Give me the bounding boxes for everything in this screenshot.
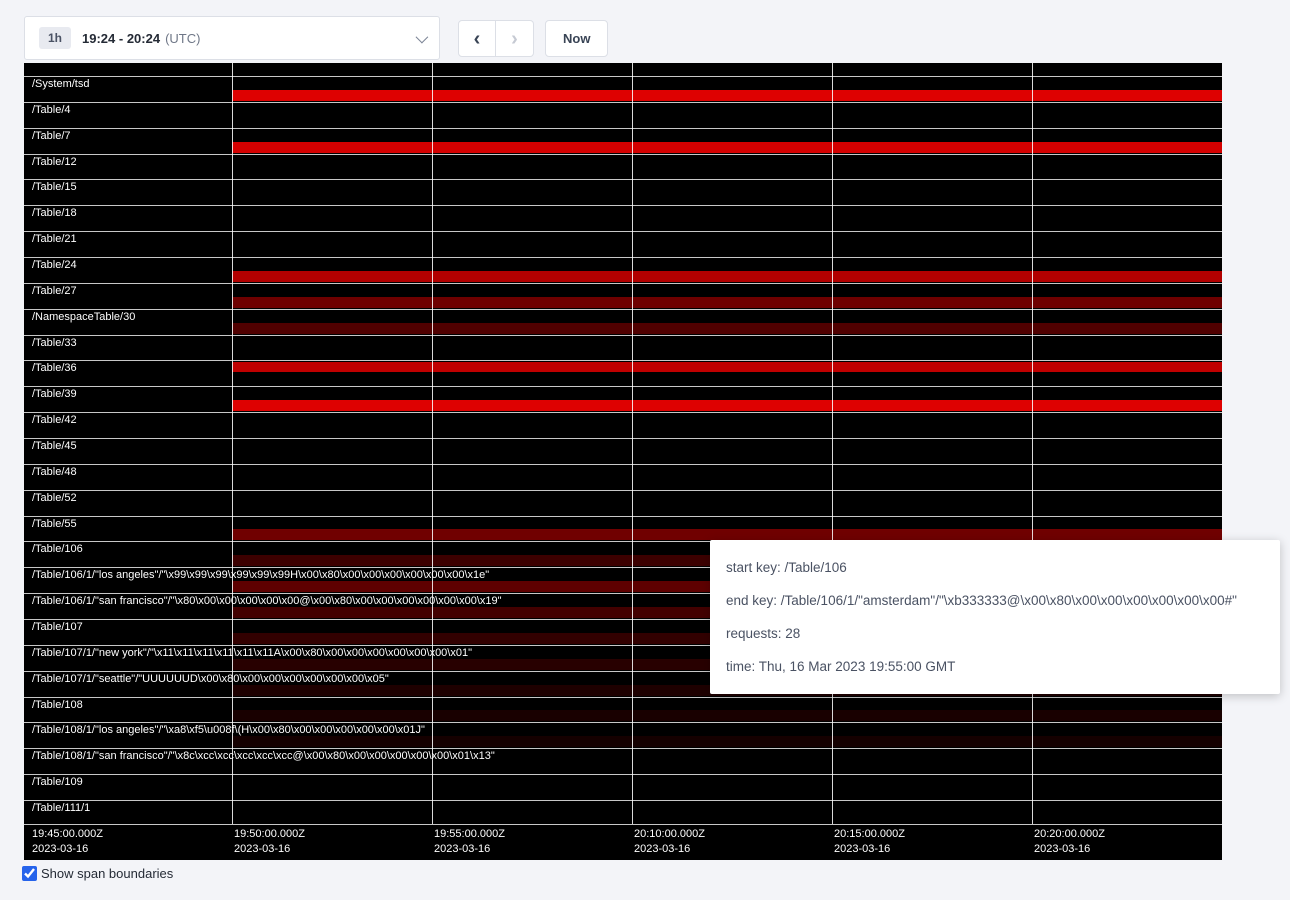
row-key-label: /Table/36 bbox=[32, 362, 77, 375]
span-boundary-line bbox=[24, 283, 1222, 284]
tooltip-time: time: Thu, 16 Mar 2023 19:55:00 GMT bbox=[726, 650, 1264, 683]
heat-band[interactable] bbox=[232, 400, 1222, 411]
row-key-label: /Table/106/1/"san francisco"/"\x80\x00\x… bbox=[32, 595, 502, 608]
key-visualizer-canvas[interactable]: /System/tsd/Table/4/Table/7/Table/12/Tab… bbox=[24, 63, 1222, 860]
heat-band[interactable] bbox=[232, 736, 1222, 747]
row-key-label: /Table/21 bbox=[32, 233, 77, 246]
time-gridline bbox=[1032, 63, 1033, 824]
time-axis-label: 20:20:00.000Z2023-03-16 bbox=[1034, 827, 1105, 857]
row-key-label: /Table/39 bbox=[32, 388, 77, 401]
time-axis-label: 19:55:00.000Z2023-03-16 bbox=[434, 827, 505, 857]
range-text: 19:24 - 20:24 bbox=[82, 31, 160, 46]
span-boundary-line bbox=[24, 438, 1222, 439]
span-boundary-line bbox=[24, 800, 1222, 801]
span-tooltip: start key: /Table/106 end key: /Table/10… bbox=[710, 540, 1280, 694]
range-timezone: (UTC) bbox=[165, 31, 200, 46]
span-boundary-line bbox=[24, 490, 1222, 491]
row-key-label: /Table/48 bbox=[32, 466, 77, 479]
heat-band[interactable] bbox=[232, 90, 1222, 101]
row-key-label: /Table/108 bbox=[32, 699, 83, 712]
row-key-label: /Table/109 bbox=[32, 776, 83, 789]
heat-band[interactable] bbox=[232, 529, 1222, 540]
show-span-boundaries-checkbox[interactable] bbox=[22, 866, 37, 881]
heat-band[interactable] bbox=[232, 362, 1222, 372]
time-gridline bbox=[832, 63, 833, 824]
span-boundary-line bbox=[24, 154, 1222, 155]
span-boundary-line bbox=[24, 128, 1222, 129]
row-key-label: /Table/15 bbox=[32, 181, 77, 194]
row-key-label: /Table/33 bbox=[32, 337, 77, 350]
time-axis-label: 19:45:00.000Z2023-03-16 bbox=[32, 827, 103, 857]
time-axis-label: 19:50:00.000Z2023-03-16 bbox=[234, 827, 305, 857]
row-key-label: /Table/52 bbox=[32, 492, 77, 505]
row-key-label: /Table/12 bbox=[32, 156, 77, 169]
row-key-label: /Table/107/1/"seattle"/"UUUUUUD\x00\x80\… bbox=[32, 673, 389, 686]
tooltip-requests: requests: 28 bbox=[726, 617, 1264, 650]
tooltip-end-key: end key: /Table/106/1/"amsterdam"/"\xb33… bbox=[726, 584, 1264, 617]
span-boundary-line bbox=[24, 205, 1222, 206]
span-boundary-line bbox=[24, 335, 1222, 336]
span-boundary-line bbox=[24, 516, 1222, 517]
row-key-label: /Table/7 bbox=[32, 130, 71, 143]
row-key-label: /NamespaceTable/30 bbox=[32, 311, 135, 324]
span-boundary-line bbox=[24, 697, 1222, 698]
row-key-label: /Table/106/1/"los angeles"/"\x99\x99\x99… bbox=[32, 569, 489, 582]
span-boundary-line bbox=[24, 386, 1222, 387]
heat-band[interactable] bbox=[232, 323, 1222, 334]
key-visualizer-page: 1h 19:24 - 20:24 (UTC) ‹ › Now /System/t… bbox=[0, 0, 1290, 900]
row-key-label: /System/tsd bbox=[32, 78, 89, 91]
span-boundary-line bbox=[24, 257, 1222, 258]
span-boundary-line bbox=[24, 412, 1222, 413]
row-key-label: /Table/24 bbox=[32, 259, 77, 272]
span-boundary-line bbox=[24, 722, 1222, 723]
span-boundary-line bbox=[24, 102, 1222, 103]
row-key-label: /Table/18 bbox=[32, 207, 77, 220]
show-span-boundaries-row: Show span boundaries bbox=[22, 866, 173, 881]
span-boundary-line bbox=[24, 309, 1222, 310]
span-boundary-line bbox=[24, 76, 1222, 77]
tooltip-start-key: start key: /Table/106 bbox=[726, 551, 1264, 584]
row-key-label: /Table/27 bbox=[32, 285, 77, 298]
time-gridline bbox=[632, 63, 633, 824]
range-duration-badge: 1h bbox=[39, 27, 71, 49]
row-key-label: /Table/107/1/"new york"/"\x11\x11\x11\x1… bbox=[32, 647, 472, 660]
time-gridline bbox=[232, 63, 233, 824]
row-key-label: /Table/107 bbox=[32, 621, 83, 634]
time-axis-label: 20:10:00.000Z2023-03-16 bbox=[634, 827, 705, 857]
row-key-label: /Table/108/1/"san francisco"/"\x8c\xcc\x… bbox=[32, 750, 495, 763]
row-key-label: /Table/55 bbox=[32, 518, 77, 531]
time-nav-group: ‹ › bbox=[458, 20, 534, 57]
time-range-select[interactable]: 1h 19:24 - 20:24 (UTC) bbox=[24, 16, 440, 60]
span-boundary-line bbox=[24, 360, 1222, 361]
span-boundary-line bbox=[24, 231, 1222, 232]
row-key-label: /Table/45 bbox=[32, 440, 77, 453]
span-boundary-line bbox=[24, 179, 1222, 180]
row-key-label: /Table/111/1 bbox=[32, 802, 90, 815]
row-key-label: /Table/4 bbox=[32, 104, 71, 117]
heat-band[interactable] bbox=[232, 271, 1222, 282]
span-boundary-line bbox=[24, 464, 1222, 465]
time-gridline bbox=[432, 63, 433, 824]
row-key-label: /Table/106 bbox=[32, 543, 83, 556]
now-button[interactable]: Now bbox=[545, 20, 608, 57]
chevron-down-icon bbox=[416, 30, 429, 43]
heat-band[interactable] bbox=[232, 710, 1222, 721]
heat-band[interactable] bbox=[232, 297, 1222, 308]
next-time-button[interactable]: › bbox=[496, 20, 534, 57]
show-span-boundaries-label: Show span boundaries bbox=[41, 866, 173, 881]
prev-time-button[interactable]: ‹ bbox=[458, 20, 496, 57]
span-boundary-line bbox=[24, 774, 1222, 775]
heat-band[interactable] bbox=[232, 142, 1222, 153]
span-boundary-line bbox=[24, 824, 1222, 825]
row-key-label: /Table/42 bbox=[32, 414, 77, 427]
row-key-label: /Table/108/1/"los angeles"/"\xa8\xf5\u00… bbox=[32, 724, 425, 737]
time-axis-label: 20:15:00.000Z2023-03-16 bbox=[834, 827, 905, 857]
span-boundary-line bbox=[24, 748, 1222, 749]
